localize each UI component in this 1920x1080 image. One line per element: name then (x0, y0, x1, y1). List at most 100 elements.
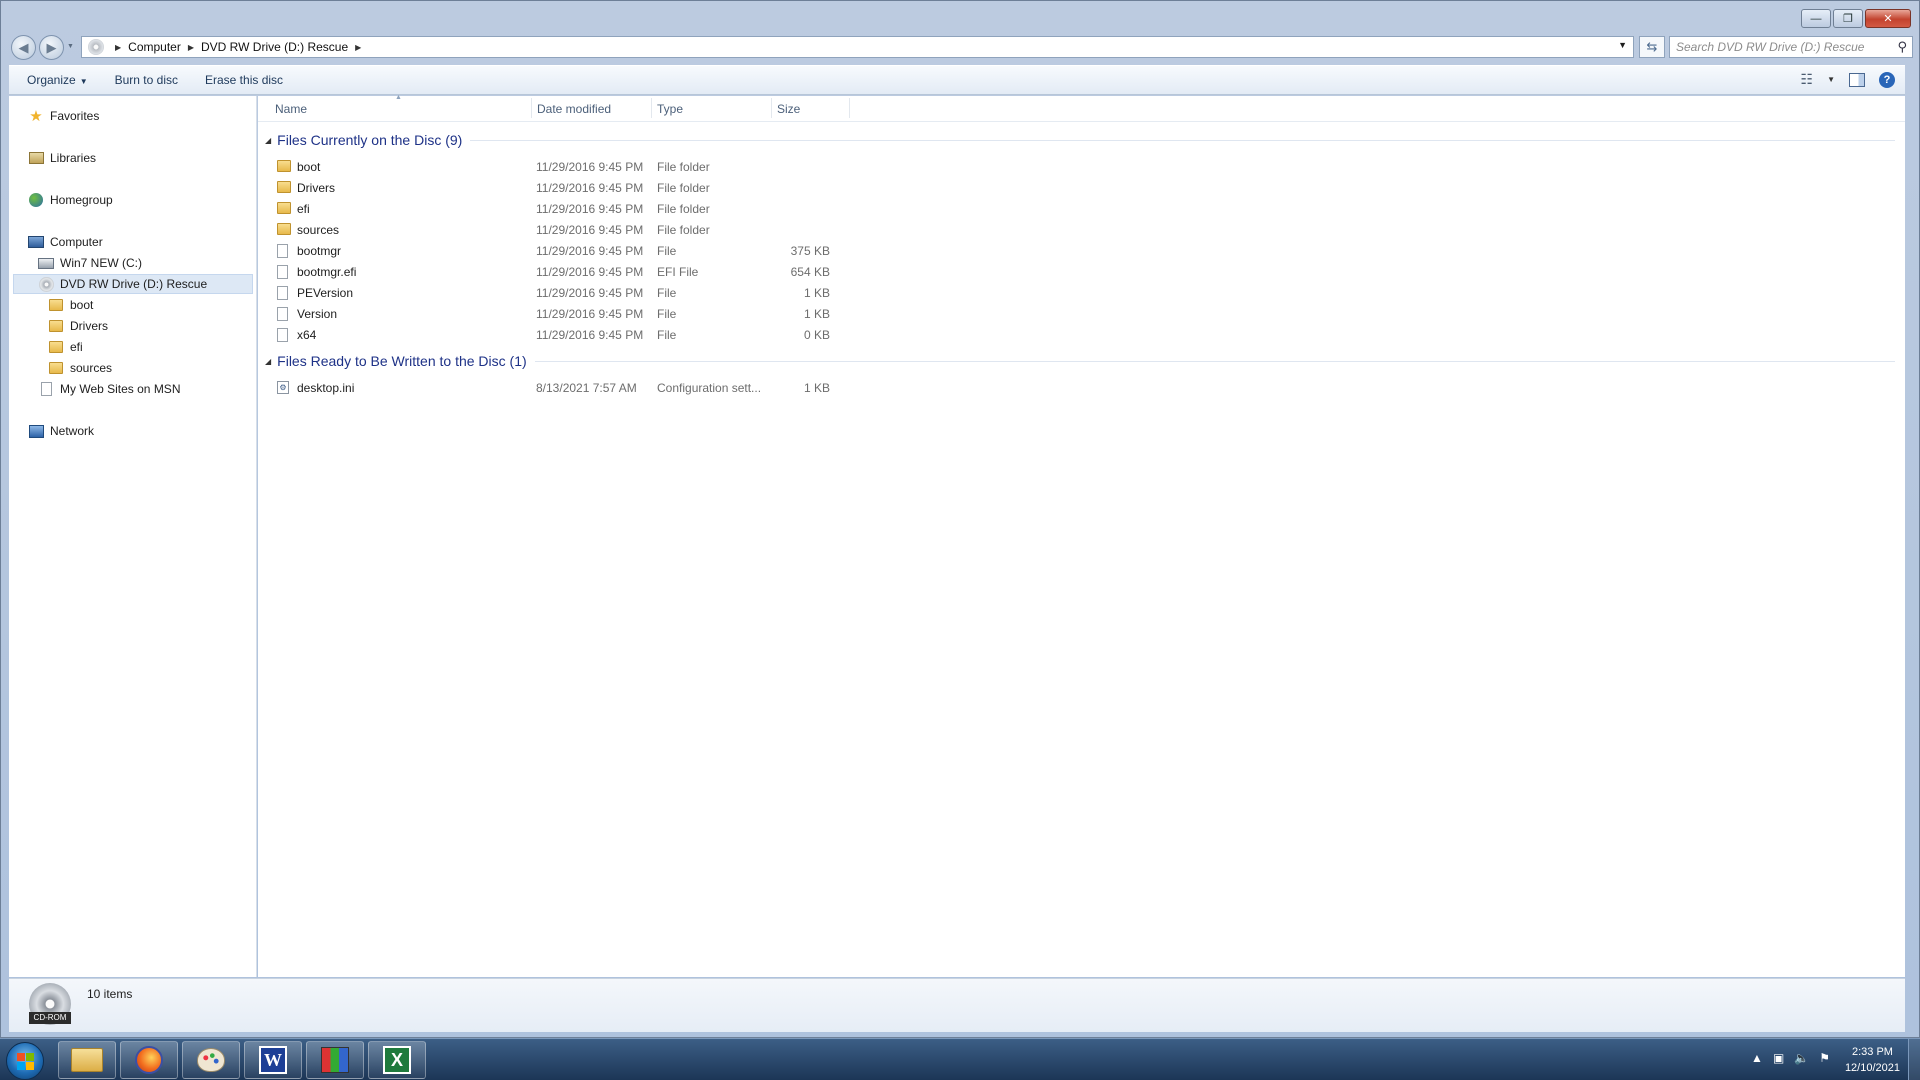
folder-icon (48, 318, 64, 334)
sidebar-item-label: efi (70, 340, 83, 354)
taskbar-word-button[interactable]: W (244, 1041, 302, 1079)
organize-button[interactable]: Organize ▼ (9, 73, 97, 87)
erase-disc-button[interactable]: Erase this disc (187, 73, 292, 87)
file-date: 11/29/2016 9:45 PM (536, 202, 644, 216)
column-headers: ▲ Name Date modified Type Size (258, 94, 1905, 122)
sidebar-item-homegroup[interactable]: Homegroup (28, 190, 113, 210)
taskbar-explorer-button[interactable] (58, 1041, 116, 1079)
forward-button[interactable]: ▶ (39, 35, 64, 60)
recent-pages-dropdown[interactable]: ▼ (67, 43, 74, 50)
search-input[interactable]: Search DVD RW Drive (D:) Rescue ⚲ (1669, 36, 1913, 58)
search-icon[interactable]: ⚲ (1897, 39, 1907, 55)
column-header-date[interactable]: Date modified (537, 102, 611, 116)
computer-icon (28, 234, 44, 250)
table-row[interactable]: boot 11/29/2016 9:45 PM File folder (258, 156, 1898, 177)
table-row[interactable]: Drivers 11/29/2016 9:45 PM File folder (258, 177, 1898, 198)
sidebar-item-label: Favorites (50, 109, 100, 123)
file-size: 654 KB (790, 265, 830, 279)
file-name: x64 (297, 328, 317, 342)
clock[interactable]: 2:33 PM 12/10/2021 (1845, 1044, 1900, 1076)
breadcrumb-chevron-icon[interactable]: ▶ (115, 43, 121, 52)
table-row[interactable]: Version 11/29/2016 9:45 PM File 1 KB (258, 303, 1898, 324)
command-bar: Organize ▼ Burn to disc Erase this disc ☷… (9, 65, 1905, 95)
explorer-window: — ❐ ✕ ◀ ▶ ▼ ▶ Computer ▶ DVD RW Drive (D… (0, 0, 1920, 1038)
sidebar-item-computer[interactable]: Computer (28, 232, 103, 252)
taskbar-app-button[interactable] (306, 1041, 364, 1079)
taskbar-paint-button[interactable] (182, 1041, 240, 1079)
table-row[interactable]: PEVersion 11/29/2016 9:45 PM File 1 KB (258, 282, 1898, 303)
file-type: File (657, 307, 677, 321)
clock-time: 2:33 PM (1851, 1046, 1893, 1058)
back-button[interactable]: ◀ (11, 35, 36, 60)
close-button[interactable]: ✕ (1865, 9, 1911, 28)
column-header-name[interactable]: Name (275, 102, 307, 116)
file-date: 11/29/2016 9:45 PM (536, 244, 644, 258)
breadcrumb-chevron-icon[interactable]: ▶ (188, 43, 194, 52)
network-tray-icon[interactable]: ▣ (1773, 1051, 1784, 1065)
file-icon (277, 328, 288, 342)
start-button[interactable] (6, 1042, 44, 1080)
preview-pane-icon[interactable] (1849, 72, 1865, 87)
action-center-flag-icon[interactable]: ⚑ (1819, 1051, 1830, 1065)
column-header-size[interactable]: Size (777, 102, 800, 116)
caption-buttons: — ❐ ✕ (1801, 9, 1911, 28)
breadcrumb-dvd-drive[interactable]: DVD RW Drive (D:) Rescue (201, 40, 348, 54)
table-row[interactable]: ⚙ desktop.ini 8/13/2021 7:57 AM Configur… (258, 377, 1898, 398)
burn-to-disc-button[interactable]: Burn to disc (97, 73, 187, 87)
minimize-button[interactable]: — (1801, 9, 1831, 28)
address-bar[interactable]: ▶ Computer ▶ DVD RW Drive (D:) Rescue ▶ … (81, 36, 1634, 58)
breadcrumb-chevron-icon[interactable]: ▶ (355, 43, 361, 52)
sidebar-item-win7-drive[interactable]: Win7 NEW (C:) (38, 253, 142, 273)
table-row[interactable]: sources 11/29/2016 9:45 PM File folder (258, 219, 1898, 240)
table-row[interactable]: bootmgr.efi 11/29/2016 9:45 PM EFI File … (258, 261, 1898, 282)
column-divider[interactable] (849, 98, 850, 118)
column-header-type[interactable]: Type (657, 102, 683, 116)
sidebar-item-label: Win7 NEW (C:) (60, 256, 142, 270)
navigation-pane[interactable]: ★ Favorites Libraries Homegroup Computer… (9, 96, 257, 977)
web-folder-icon (38, 381, 54, 397)
sidebar-item-boot[interactable]: boot (48, 295, 93, 315)
table-row[interactable]: efi 11/29/2016 9:45 PM File folder (258, 198, 1898, 219)
word-icon: W (259, 1046, 287, 1074)
view-controls: ☷ ▼ ? (1801, 71, 1895, 88)
help-icon[interactable]: ? (1879, 71, 1895, 88)
file-name: efi (297, 202, 310, 216)
sidebar-item-drivers[interactable]: Drivers (48, 316, 108, 336)
group-header-ready-to-write[interactable]: ◢ Files Ready to Be Written to the Disc … (265, 351, 1895, 371)
group-title: Files Currently on the Disc (9) (277, 132, 463, 148)
file-list[interactable]: ▲ Name Date modified Type Size ◢ Files C… (258, 94, 1905, 977)
forward-arrow-icon: ▶ (46, 39, 57, 55)
sidebar-item-sources[interactable]: sources (48, 358, 112, 378)
view-options-chevron-icon[interactable]: ▼ (1827, 75, 1835, 84)
table-row[interactable]: bootmgr 11/29/2016 9:45 PM File 375 KB (258, 240, 1898, 261)
file-icon (277, 265, 288, 279)
collapse-triangle-icon[interactable]: ◢ (265, 357, 271, 366)
show-hidden-icons-icon[interactable]: ▲ (1751, 1051, 1763, 1065)
sidebar-item-dvd-drive[interactable]: DVD RW Drive (D:) Rescue (13, 274, 253, 294)
column-divider[interactable] (771, 98, 772, 118)
group-header-on-disc[interactable]: ◢ Files Currently on the Disc (9) (265, 130, 1895, 150)
paint-palette-icon (197, 1048, 225, 1072)
column-divider[interactable] (531, 98, 532, 118)
sidebar-item-efi[interactable]: efi (48, 337, 83, 357)
show-desktop-button[interactable] (1908, 1039, 1920, 1080)
sidebar-item-my-web-sites[interactable]: My Web Sites on MSN (38, 379, 180, 399)
collapse-triangle-icon[interactable]: ◢ (265, 136, 271, 145)
address-history-dropdown[interactable]: ▼ (1618, 40, 1627, 50)
volume-icon[interactable]: 🔈 (1794, 1051, 1809, 1065)
sidebar-item-favorites[interactable]: ★ Favorites (28, 106, 99, 126)
sidebar-item-network[interactable]: Network (28, 421, 94, 441)
sidebar-item-libraries[interactable]: Libraries (28, 148, 96, 168)
libraries-icon (28, 150, 44, 166)
breadcrumb-computer[interactable]: Computer (128, 40, 181, 54)
taskbar-excel-button[interactable]: X (368, 1041, 426, 1079)
maximize-button[interactable]: ❐ (1833, 9, 1863, 28)
table-row[interactable]: x64 11/29/2016 9:45 PM File 0 KB (258, 324, 1898, 345)
organize-label: Organize (27, 73, 76, 87)
change-view-icon[interactable]: ☷ (1801, 71, 1814, 88)
column-divider[interactable] (651, 98, 652, 118)
taskbar-firefox-button[interactable] (120, 1041, 178, 1079)
refresh-button[interactable]: ⇆ (1639, 36, 1665, 58)
file-size: 375 KB (790, 244, 830, 258)
folder-icon (48, 339, 64, 355)
